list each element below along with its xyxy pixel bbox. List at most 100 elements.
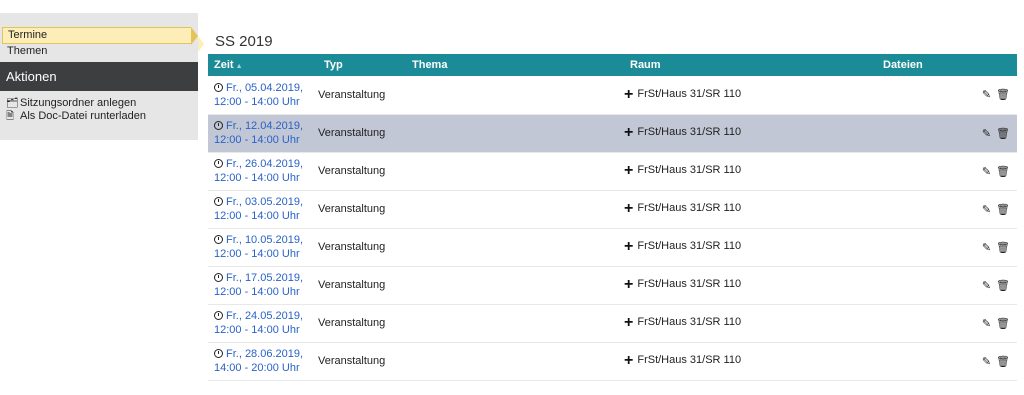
clock-icon xyxy=(214,349,223,358)
cell-zeit: Fr., 12.04.2019, 12:00 - 14:00 Uhr xyxy=(208,114,318,152)
cell-thema xyxy=(406,152,624,190)
add-room-icon[interactable]: + xyxy=(624,124,633,141)
cell-dateien xyxy=(877,228,943,266)
nav-item-themen[interactable]: Themen xyxy=(0,44,198,58)
edit-icon[interactable]: ✎ xyxy=(982,203,991,216)
cell-raum: + FrSt/Haus 31/SR 110 xyxy=(624,190,877,228)
cell-typ: Veranstaltung xyxy=(318,241,386,253)
header-thema[interactable]: Thema xyxy=(406,54,624,76)
time-text: 12:00 - 14:00 Uhr xyxy=(214,134,300,146)
sidebar-nav: Termine Themen xyxy=(0,27,204,62)
document-icon: 🗎 xyxy=(6,111,15,122)
sidebar: Termine Themen Aktionen 🗂 Sitzungsordner… xyxy=(0,13,204,140)
date-text: Fr., 17.05.2019, xyxy=(226,272,304,284)
cell-zeit: Fr., 28.06.2019, 14:00 - 20:00 Uhr xyxy=(208,342,318,380)
table-row: Fr., 03.05.2019, 12:00 - 14:00 Uhr Veranst… xyxy=(208,190,1017,228)
cell-typ: Veranstaltung xyxy=(318,88,386,101)
room-text: FrSt/Haus 31/SR 110 xyxy=(637,87,742,100)
trash-icon[interactable]: 🗑 xyxy=(996,317,1010,330)
edit-icon[interactable]: ✎ xyxy=(982,127,991,140)
cell-raum: + FrSt/Haus 31/SR 110 xyxy=(624,76,877,114)
cell-actions: ✎ 🗑 xyxy=(943,76,1017,114)
time-text: 14:00 - 20:00 Uhr xyxy=(214,362,300,374)
cell-thema xyxy=(406,190,624,228)
add-room-icon[interactable]: + xyxy=(624,86,633,103)
date-link[interactable]: Fr., 17.05.2019, 12:00 - 14:00 Uhr xyxy=(214,271,318,299)
cell-thema xyxy=(406,342,624,380)
header-dateien: Dateien xyxy=(883,59,923,71)
edit-icon[interactable]: ✎ xyxy=(982,317,991,330)
cell-actions: ✎ 🗑 xyxy=(943,152,1017,190)
date-text: Fr., 10.05.2019, xyxy=(226,234,304,246)
cell-dateien xyxy=(877,152,943,190)
nav-item-termine[interactable]: Termine xyxy=(2,27,204,52)
add-room-icon[interactable]: + xyxy=(624,238,633,255)
action-label: Als Doc-Datei runterladen xyxy=(20,110,146,122)
add-room-icon[interactable]: + xyxy=(624,352,633,369)
active-arrow xyxy=(191,27,204,52)
date-text: Fr., 26.04.2019, xyxy=(226,158,304,170)
add-room-icon[interactable]: + xyxy=(624,162,633,179)
edit-icon[interactable]: ✎ xyxy=(982,88,991,101)
date-link[interactable]: Fr., 05.04.2019, 12:00 - 14:00 Uhr xyxy=(214,81,318,109)
trash-icon[interactable]: 🗑 xyxy=(996,165,1010,178)
cell-zeit: Fr., 10.05.2019, 12:00 - 14:00 Uhr xyxy=(208,228,318,266)
table-header-row: Zeit ▲ Typ Thema Raum Dateien xyxy=(208,54,1017,76)
edit-icon[interactable]: ✎ xyxy=(982,165,991,178)
table-row: Fr., 10.05.2019, 12:00 - 14:00 Uhr Veranst… xyxy=(208,228,1017,266)
header-zeit[interactable]: Zeit ▲ xyxy=(208,54,318,76)
room-text: FrSt/Haus 31/SR 110 xyxy=(637,240,742,252)
edit-icon[interactable]: ✎ xyxy=(982,355,991,368)
trash-icon[interactable]: 🗑 xyxy=(996,241,1010,254)
room-text: FrSt/Haus 31/SR 110 xyxy=(637,354,742,366)
cell-dateien xyxy=(877,114,943,152)
time-text: 12:00 - 14:00 Uhr xyxy=(214,210,300,222)
cell-actions: ✎ 🗑 xyxy=(943,342,1017,380)
cell-actions: ✎ 🗑 xyxy=(943,114,1017,152)
table-row: Fr., 05.04.2019, 12:00 - 14:00 Uhr Veranst… xyxy=(208,76,1017,114)
trash-icon[interactable]: 🗑 xyxy=(996,88,1010,101)
cell-typ: Veranstaltung xyxy=(318,279,386,291)
time-text: 12:00 - 14:00 Uhr xyxy=(214,172,300,184)
cell-dateien xyxy=(877,76,943,114)
room-text: FrSt/Haus 31/SR 110 xyxy=(637,164,742,176)
cell-typ: Veranstaltung xyxy=(318,165,386,177)
date-link[interactable]: Fr., 03.05.2019, 12:00 - 14:00 Uhr xyxy=(214,195,318,223)
clock-icon xyxy=(214,121,223,130)
date-text: Fr., 24.05.2019, xyxy=(226,310,304,322)
cell-raum: + FrSt/Haus 31/SR 110 xyxy=(624,152,877,190)
room-text: FrSt/Haus 31/SR 110 xyxy=(637,278,742,290)
edit-icon[interactable]: ✎ xyxy=(982,241,991,254)
date-link[interactable]: Fr., 28.06.2019, 14:00 - 20:00 Uhr xyxy=(214,347,318,375)
actions-heading: Aktionen xyxy=(0,62,198,91)
clock-icon xyxy=(214,159,223,168)
date-link[interactable]: Fr., 24.05.2019, 12:00 - 14:00 Uhr xyxy=(214,309,318,337)
trash-icon[interactable]: 🗑 xyxy=(996,355,1010,368)
add-room-icon[interactable]: + xyxy=(624,276,633,293)
sort-asc-icon: ▲ xyxy=(235,63,243,70)
cell-typ: Veranstaltung xyxy=(318,127,386,139)
date-link[interactable]: Fr., 12.04.2019, 12:00 - 14:00 Uhr xyxy=(214,119,318,147)
add-room-icon[interactable]: + xyxy=(624,200,633,217)
clock-icon xyxy=(214,82,223,92)
action-create-folder[interactable]: 🗂 Sitzungsordner anlegen xyxy=(0,97,198,110)
date-text: Fr., 28.06.2019, xyxy=(226,348,304,360)
header-typ[interactable]: Typ xyxy=(318,54,406,76)
date-text: Fr., 03.05.2019, xyxy=(226,196,304,208)
cell-actions: ✎ 🗑 xyxy=(943,228,1017,266)
cell-actions: ✎ 🗑 xyxy=(943,190,1017,228)
action-download-doc[interactable]: 🗎 Als Doc-Datei runterladen xyxy=(0,110,198,123)
trash-icon[interactable]: 🗑 xyxy=(996,203,1010,216)
trash-icon[interactable]: 🗑 xyxy=(996,279,1010,292)
trash-icon[interactable]: 🗑 xyxy=(996,127,1010,140)
date-link[interactable]: Fr., 26.04.2019, 12:00 - 14:00 Uhr xyxy=(214,157,318,185)
edit-icon[interactable]: ✎ xyxy=(982,279,991,292)
time-text: 12:00 - 14:00 Uhr xyxy=(214,95,300,108)
add-room-icon[interactable]: + xyxy=(624,314,633,331)
table-row: Fr., 24.05.2019, 12:00 - 14:00 Uhr Veranst… xyxy=(208,304,1017,342)
time-text: 12:00 - 14:00 Uhr xyxy=(214,248,300,260)
header-raum[interactable]: Raum xyxy=(624,54,877,76)
cell-zeit: Fr., 24.05.2019, 12:00 - 14:00 Uhr xyxy=(208,304,318,342)
date-text: Fr., 12.04.2019, xyxy=(226,120,304,132)
date-link[interactable]: Fr., 10.05.2019, 12:00 - 14:00 Uhr xyxy=(214,233,318,261)
